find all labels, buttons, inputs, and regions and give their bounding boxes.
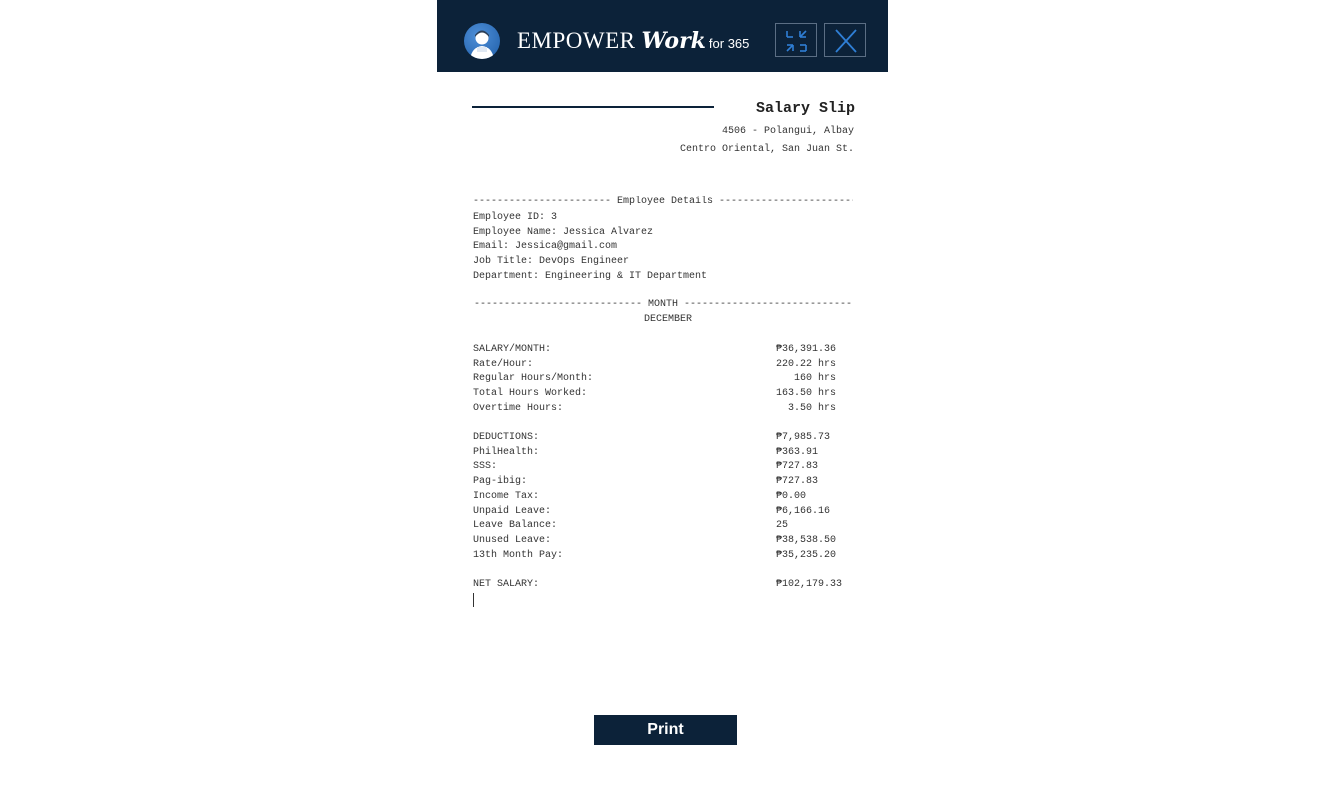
employee-job-title: Job Title: DevOps Engineer [473,256,630,267]
brand-name: EMPOWER [517,28,636,53]
row-label: Total Hours Worked: [473,388,588,399]
deductions-row: PhilHealth: ₱363.91 [473,447,853,461]
salary-slip-document: Salary Slip 4506 - Polangui, Albay Centr… [437,72,888,672]
net-salary-row: NET SALARY: ₱102,179.33 [473,579,853,593]
row-label: Overtime Hours: [473,403,564,414]
row-label: 13th Month Pay: [473,550,564,561]
deductions-row: 13th Month Pay: ₱35,235.20 [473,550,853,564]
address-line-1: 4506 - Polangui, Albay [721,126,854,137]
row-value: ₱0.00 [776,491,807,502]
header-rule [472,106,714,108]
row-label: Unused Leave: [473,535,552,546]
employee-name: Employee Name: Jessica Alvarez [473,227,654,238]
row-label: Pag-ibig: [473,476,528,487]
row-label: Regular Hours/Month: [473,373,594,384]
user-avatar-icon [464,23,500,59]
earnings-row: SALARY/MONTH: ₱36,391.36 [473,344,853,358]
close-button[interactable] [824,23,866,57]
minimize-arrows-icon [786,30,807,52]
row-value: 220.22 hrs [776,359,837,370]
earnings-row: Overtime Hours: 3.50 hrs [473,403,853,417]
row-label: PhilHealth: [473,447,540,458]
row-label: SALARY/MONTH: [473,344,552,355]
row-value: ₱727.83 [776,476,819,487]
slip-title: Salary Slip [755,100,855,117]
row-label: DEDUCTIONS: [473,432,540,443]
net-salary-label: NET SALARY: [473,579,540,590]
salary-slip-window: EMPOWER Work for 365 Salary Slip 4506 - … [437,0,888,800]
employee-details-divider: ----------------------- Employee Details… [473,196,853,207]
row-value: ₱35,235.20 [776,550,837,561]
row-value: 163.50 hrs [776,388,837,399]
employee-department: Department: Engineering & IT Department [473,271,708,282]
row-value: ₱363.91 [776,447,819,458]
month-value: DECEMBER [643,314,692,325]
row-value: 3.50 hrs [776,403,837,414]
deductions-row: Income Tax: ₱0.00 [473,491,853,505]
earnings-row: Regular Hours/Month: 160 hrs [473,373,853,387]
minimize-button[interactable] [775,23,817,57]
row-value: ₱36,391.36 [776,344,837,355]
earnings-row: Total Hours Worked: 163.50 hrs [473,388,853,402]
row-value: ₱38,538.50 [776,535,837,546]
brand-work: Work [641,28,706,54]
row-label: Rate/Hour: [473,359,534,370]
deductions-row: SSS: ₱727.83 [473,461,853,475]
row-value: ₱727.83 [776,461,819,472]
deductions-row: Pag-ibig: ₱727.83 [473,476,853,490]
print-button[interactable]: Print [594,715,737,745]
row-label: Unpaid Leave: [473,506,552,517]
row-value: ₱7,985.73 [776,432,831,443]
employee-email: Email: Jessica@gmail.com [473,241,618,252]
month-divider: ---------------------------- MONTH -----… [473,299,853,310]
row-value: 25 [776,520,789,531]
close-icon [835,29,857,53]
brand-suffix: for 365 [708,36,750,51]
title-bar: EMPOWER Work for 365 [437,0,888,72]
row-label: Income Tax: [473,491,540,502]
deductions-row: Leave Balance: 25 [473,520,853,534]
row-label: Leave Balance: [473,520,558,531]
row-value: 160 hrs [776,373,837,384]
deductions-row: Unused Leave: ₱38,538.50 [473,535,853,549]
employee-id: Employee ID: 3 [473,212,558,223]
text-caret[interactable] [473,593,474,607]
app-brand: EMPOWER Work for 365 [517,28,749,54]
net-salary-value: ₱102,179.33 [776,579,843,590]
address-line-2: Centro Oriental, San Juan St. [679,144,854,155]
deductions-row: DEDUCTIONS: ₱7,985.73 [473,432,853,446]
row-label: SSS: [473,461,498,472]
deductions-row: Unpaid Leave: ₱6,166.16 [473,506,853,520]
earnings-row: Rate/Hour: 220.22 hrs [473,359,853,373]
row-value: ₱6,166.16 [776,506,831,517]
